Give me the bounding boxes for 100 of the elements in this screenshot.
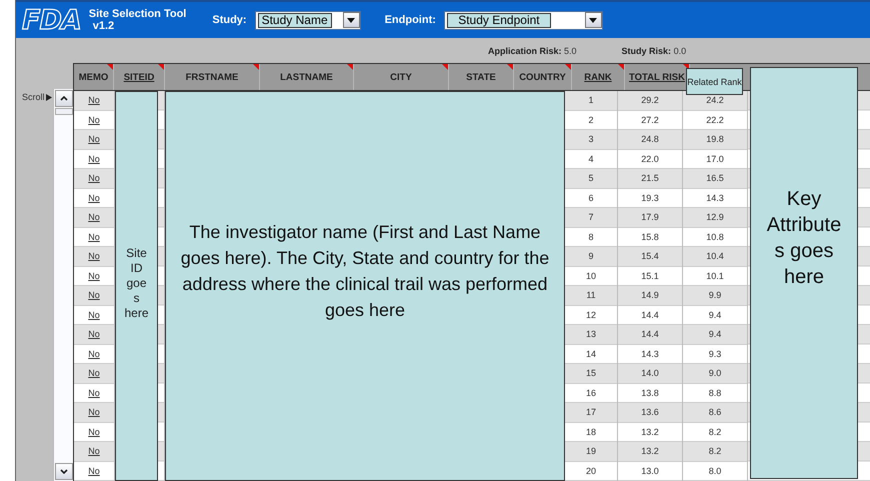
rank-cell: 14 <box>565 344 617 364</box>
app-title: Site Selection Tool <box>88 8 186 20</box>
site-id-note: Site ID goes here <box>124 246 149 320</box>
study-dropdown[interactable]: Study Name <box>254 10 361 30</box>
rank-cell: 1 <box>565 91 617 110</box>
column-header[interactable]: MEMO <box>78 72 108 82</box>
dropdown-button[interactable] <box>584 12 602 28</box>
risk-reading: Study Risk: 0.0 <box>622 46 686 56</box>
rank-cell: 19 <box>565 442 617 462</box>
related-rank-cell: 8.2 <box>683 422 747 442</box>
column-header[interactable]: TOTAL RISK <box>629 72 685 82</box>
rank-cell: 13 <box>565 325 617 344</box>
related-rank-cell: 9.9 <box>683 286 747 306</box>
memo-link[interactable]: No <box>88 290 100 300</box>
column-header[interactable]: RANK <box>584 72 612 82</box>
caret-up-icon <box>60 96 68 101</box>
rank-cell: 20 <box>565 462 617 481</box>
rank-cell: 4 <box>565 150 617 169</box>
rank-cell: 11 <box>565 286 617 306</box>
column-header[interactable]: STATE <box>466 72 496 82</box>
column-header[interactable]: COUNTRY <box>519 72 566 82</box>
memo-link[interactable]: No <box>88 212 100 222</box>
memo-link[interactable]: No <box>88 466 100 476</box>
key-attributes-note: Key Attributes goes here <box>766 187 842 290</box>
scroll-thumb[interactable] <box>55 108 73 115</box>
total-risk-cell: 14.9 <box>618 286 682 306</box>
scroll-label: Scroll <box>22 92 45 102</box>
memo-link[interactable]: No <box>88 388 100 398</box>
total-risk-cell: 13.0 <box>618 462 682 481</box>
caret-down-icon <box>60 469 68 474</box>
name-note: The investigator name (First and Last Name goes here). The City, State and country for the address where the clinical trail was performed goes here <box>180 221 550 322</box>
total-risk-cell: 13.2 <box>618 422 682 442</box>
column-header[interactable]: SITEID <box>124 72 154 82</box>
total-risk-cell: 14.0 <box>618 364 682 384</box>
rank-cell: 2 <box>565 110 617 130</box>
scrollbar[interactable] <box>53 89 74 481</box>
related-rank-cell: 12.9 <box>683 208 747 228</box>
memo-link[interactable]: No <box>88 446 100 456</box>
scroll-down-button[interactable] <box>55 463 73 480</box>
related-rank-cell: 17.0 <box>683 150 747 169</box>
dropdown-arrow-icon <box>347 18 356 22</box>
total-risk-cell: 13.2 <box>618 442 682 462</box>
rank-cell: 7 <box>565 208 617 228</box>
memo-link[interactable]: No <box>88 310 100 320</box>
memo-link[interactable]: No <box>88 329 100 340</box>
pointer-triangle-icon <box>46 94 52 100</box>
total-risk-cell: 24.8 <box>618 130 682 150</box>
study-label: Study: <box>212 14 247 26</box>
memo-link[interactable]: No <box>88 348 100 359</box>
related-rank-cell: 8.8 <box>683 384 747 403</box>
related-rank-cell: 9.3 <box>683 344 747 364</box>
total-risk-cell: 17.9 <box>618 208 682 228</box>
related-rank-cell: 8.2 <box>683 442 747 462</box>
related-rank-cell: 19.8 <box>683 130 747 150</box>
total-risk-cell: 14.4 <box>618 306 682 325</box>
total-risk-cell: 14.4 <box>618 325 682 344</box>
rank-cell: 9 <box>565 247 617 266</box>
memo-link[interactable]: No <box>88 95 100 106</box>
memo-link[interactable]: No <box>88 134 100 144</box>
total-risk-cell: 13.8 <box>618 384 682 403</box>
memo-link[interactable]: No <box>88 192 100 203</box>
memo-link[interactable]: No <box>88 368 100 378</box>
rank-cell: 10 <box>565 266 617 286</box>
related-rank-cell: 8.0 <box>683 462 747 481</box>
related-rank-cell: 10.1 <box>683 266 747 286</box>
column-header[interactable]: LASTNAME <box>280 72 333 82</box>
memo-link[interactable]: No <box>88 173 100 184</box>
memo-link[interactable]: No <box>88 251 100 262</box>
total-risk-cell: 21.5 <box>618 169 682 188</box>
rank-cell: 15 <box>565 364 617 384</box>
total-risk-cell: 19.3 <box>618 188 682 208</box>
related-rank-label: Related Rank <box>686 68 743 95</box>
memo-link[interactable]: No <box>88 407 100 418</box>
total-risk-cell: 15.1 <box>618 266 682 286</box>
total-risk-cell: 15.8 <box>618 228 682 247</box>
memo-link[interactable]: No <box>88 154 100 164</box>
related-rank-cell: 8.6 <box>683 403 747 422</box>
endpoint-dropdown[interactable]: Study Endpoint <box>444 10 603 30</box>
total-risk-cell: 15.4 <box>618 247 682 266</box>
related-rank-cell: 10.4 <box>683 247 747 266</box>
dropdown-arrow-icon <box>589 18 598 22</box>
dropdown-button[interactable] <box>342 12 360 28</box>
related-rank-cell: 10.8 <box>683 228 747 247</box>
rank-cell: 6 <box>565 188 617 208</box>
rank-cell: 17 <box>565 403 617 422</box>
column-header[interactable]: FRSTNAME <box>186 72 238 82</box>
memo-link[interactable]: No <box>88 270 100 281</box>
app-version: v1.2 <box>92 20 116 32</box>
memo-link[interactable]: No <box>88 426 100 437</box>
related-rank-cell: 9.0 <box>683 364 747 384</box>
related-rank-cell: 22.2 <box>683 110 747 130</box>
rank-cell: 18 <box>565 422 617 442</box>
scroll-up-button[interactable] <box>55 90 73 107</box>
total-risk-cell: 29.2 <box>618 91 682 110</box>
memo-link[interactable]: No <box>88 114 100 125</box>
memo-link[interactable]: No <box>88 232 100 242</box>
total-risk-cell: 27.2 <box>618 110 682 130</box>
column-header[interactable]: CITY <box>390 72 412 82</box>
rank-cell: 8 <box>565 228 617 247</box>
rank-cell: 16 <box>565 384 617 403</box>
